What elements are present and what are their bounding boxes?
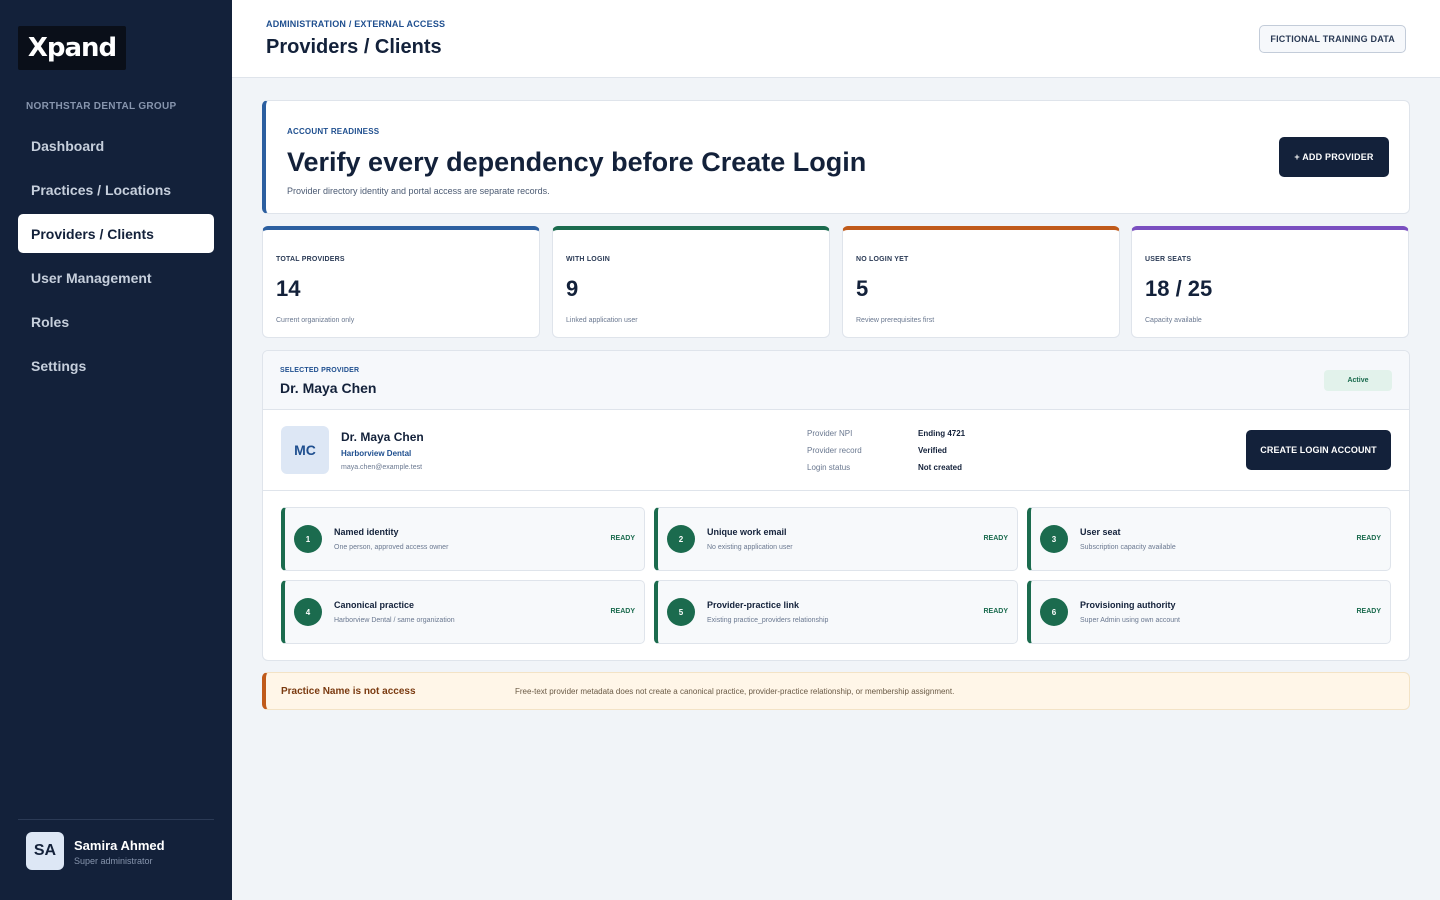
warning-text: Free-text provider metadata does not cre…	[515, 687, 955, 696]
check-subtitle: Super Admin using own account	[1080, 617, 1181, 624]
stat-value: 14	[276, 276, 301, 301]
check-item-user-seat: 3 User seat Subscription capacity availa…	[1027, 507, 1391, 571]
meta-value-npi: Ending 4721	[918, 429, 966, 438]
account-readiness-card: ACCOUNT READINESS Verify every dependenc…	[262, 100, 1410, 214]
check-subtitle: Harborview Dental / same organization	[334, 617, 455, 624]
step-number-badge: 6	[1040, 598, 1068, 626]
add-provider-button[interactable]: + ADD PROVIDER	[1279, 137, 1389, 177]
check-status: READY	[610, 535, 635, 542]
fictional-data-badge: FICTIONAL TRAINING DATA	[1259, 25, 1406, 53]
meta-label-login-status: Login status	[807, 463, 851, 472]
check-subtitle: Existing practice_providers relationship	[707, 617, 829, 624]
sidebar: Xpand NORTHSTAR DENTAL GROUP Dashboard P…	[0, 0, 232, 900]
step-number-badge: 1	[294, 525, 322, 553]
stat-note: Linked application user	[566, 317, 638, 324]
stat-note: Review prerequisites first	[856, 317, 935, 324]
hero-eyebrow: ACCOUNT READINESS	[287, 127, 380, 136]
page-header: ADMINISTRATION / EXTERNAL ACCESS Provide…	[232, 0, 1440, 78]
step-number-badge: 5	[667, 598, 695, 626]
provider-summary-row: MC Dr. Maya Chen Harborview Dental maya.…	[263, 410, 1409, 491]
meta-value-record: Verified	[918, 446, 947, 455]
user-name: Samira Ahmed	[74, 838, 165, 853]
check-status: READY	[1356, 535, 1381, 542]
stat-card-no-login-yet: NO LOGIN YET 5 Review prerequisites firs…	[842, 226, 1120, 338]
org-name: NORTHSTAR DENTAL GROUP	[26, 101, 177, 112]
sidebar-nav: Dashboard Practices / Locations Provider…	[18, 126, 214, 390]
hero-subtitle: Provider directory identity and portal a…	[287, 186, 550, 196]
check-subtitle: One person, approved access owner	[334, 544, 449, 551]
stat-value: 18 / 25	[1145, 276, 1213, 301]
check-item-provider-practice-link: 5 Provider-practice link Existing practi…	[654, 580, 1018, 644]
provider-name: Dr. Maya Chen	[341, 430, 424, 444]
stat-note: Capacity available	[1145, 317, 1202, 324]
meta-label-record: Provider record	[807, 446, 862, 455]
provider-email: maya.chen@example.test	[341, 464, 423, 471]
sidebar-item-practices[interactable]: Practices / Locations	[18, 170, 214, 209]
selected-provider-name: Dr. Maya Chen	[280, 380, 377, 396]
selected-provider-eyebrow: SELECTED PROVIDER	[280, 367, 360, 374]
check-status: READY	[983, 535, 1008, 542]
stat-value: 5	[856, 276, 869, 301]
selected-provider-panel: SELECTED PROVIDER Dr. Maya Chen Active M…	[262, 350, 1410, 661]
stat-card-with-login: WITH LOGIN 9 Linked application user	[552, 226, 830, 338]
sidebar-item-providers[interactable]: Providers / Clients	[18, 214, 214, 253]
sidebar-item-roles[interactable]: Roles	[18, 302, 214, 341]
practice-name-warning: Practice Name is not access Free-text pr…	[262, 672, 1410, 710]
status-badge: Active	[1324, 370, 1392, 391]
sidebar-item-dashboard[interactable]: Dashboard	[18, 126, 214, 165]
warning-title: Practice Name is not access	[281, 686, 416, 697]
logo-text: Xpand	[27, 33, 117, 63]
check-title: Provider-practice link	[707, 600, 800, 610]
breadcrumb: ADMINISTRATION / EXTERNAL ACCESS	[266, 19, 446, 29]
stat-label: USER SEATS	[1145, 256, 1192, 263]
create-login-account-button[interactable]: CREATE LOGIN ACCOUNT	[1246, 430, 1391, 470]
xpand-logo[interactable]: Xpand	[18, 26, 126, 70]
stat-label: WITH LOGIN	[566, 256, 610, 263]
user-role: Super administrator	[74, 856, 153, 866]
check-item-unique-work-email: 2 Unique work email No existing applicat…	[654, 507, 1018, 571]
check-item-provisioning-authority: 6 Provisioning authority Super Admin usi…	[1027, 580, 1391, 644]
step-number-badge: 3	[1040, 525, 1068, 553]
check-title: Named identity	[334, 527, 399, 537]
step-number-badge: 4	[294, 598, 322, 626]
check-item-canonical-practice: 4 Canonical practice Harborview Dental /…	[281, 580, 645, 644]
stat-card-total-providers: TOTAL PROVIDERS 14 Current organization …	[262, 226, 540, 338]
stat-label: NO LOGIN YET	[856, 256, 909, 263]
sidebar-divider	[18, 819, 214, 820]
check-subtitle: No existing application user	[707, 544, 793, 551]
stat-note: Current organization only	[276, 317, 355, 324]
check-title: Unique work email	[707, 527, 787, 537]
stat-value: 9	[566, 276, 579, 301]
meta-label-npi: Provider NPI	[807, 429, 853, 438]
check-status: READY	[610, 608, 635, 615]
check-title: Provisioning authority	[1080, 600, 1176, 610]
check-status: READY	[983, 608, 1008, 615]
check-subtitle: Subscription capacity available	[1080, 544, 1176, 551]
user-avatar[interactable]: SA	[26, 832, 64, 870]
check-item-named-identity: 1 Named identity One person, approved ac…	[281, 507, 645, 571]
selected-provider-header: SELECTED PROVIDER Dr. Maya Chen Active	[263, 351, 1409, 410]
page-title: Providers / Clients	[266, 36, 442, 58]
provider-practice-link[interactable]: Harborview Dental	[341, 449, 411, 458]
check-title: Canonical practice	[334, 600, 415, 610]
sidebar-item-user-management[interactable]: User Management	[18, 258, 214, 297]
hero-title: Verify every dependency before Create Lo…	[287, 147, 867, 177]
stat-label: TOTAL PROVIDERS	[276, 256, 345, 263]
stat-card-user-seats: USER SEATS 18 / 25 Capacity available	[1131, 226, 1409, 338]
step-number-badge: 2	[667, 525, 695, 553]
check-status: READY	[1356, 608, 1381, 615]
check-title: User seat	[1080, 527, 1121, 537]
sidebar-item-settings[interactable]: Settings	[18, 346, 214, 385]
meta-value-login-status: Not created	[918, 463, 963, 472]
provider-avatar: MC	[281, 426, 329, 474]
